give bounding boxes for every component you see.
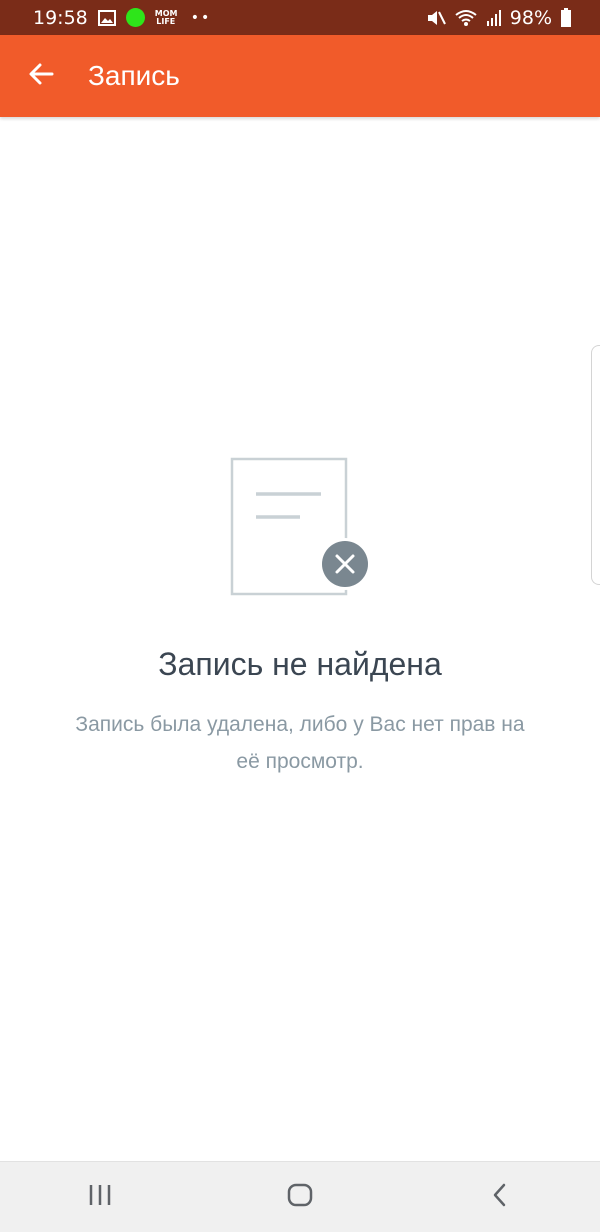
nav-home-button[interactable] (260, 1167, 340, 1227)
edge-panel-handle[interactable] (591, 345, 600, 585)
arrow-left-icon (28, 62, 54, 90)
recents-icon (87, 1183, 113, 1211)
page-title: Запись (88, 60, 180, 91)
wifi-icon (454, 9, 478, 27)
back-chevron-icon (490, 1182, 510, 1212)
notification-dot-icon (125, 8, 145, 27)
empty-state-description: Запись была удалена, либо у Вас нет прав… (75, 713, 525, 773)
empty-state-title: Запись не найдена (158, 646, 442, 682)
app-bar: Запись (0, 35, 600, 117)
battery-percent: 98% (509, 6, 552, 29)
home-icon (286, 1182, 314, 1212)
gallery-icon (97, 9, 116, 26)
system-nav-bar (0, 1161, 600, 1232)
more-notifications-icon: •• (190, 9, 212, 26)
nav-back-button[interactable] (460, 1167, 540, 1227)
nav-recents-button[interactable] (60, 1167, 140, 1227)
momlife-app-icon: MOM LIFE (154, 8, 178, 26)
status-time: 19:58 (33, 6, 88, 29)
signal-icon (486, 9, 502, 27)
mute-icon (426, 9, 446, 27)
status-bar: 19:58 MOM LIFE •• 98% (0, 0, 600, 35)
battery-icon (560, 7, 572, 28)
document-removed-icon (228, 455, 373, 600)
back-button[interactable] (14, 49, 68, 103)
